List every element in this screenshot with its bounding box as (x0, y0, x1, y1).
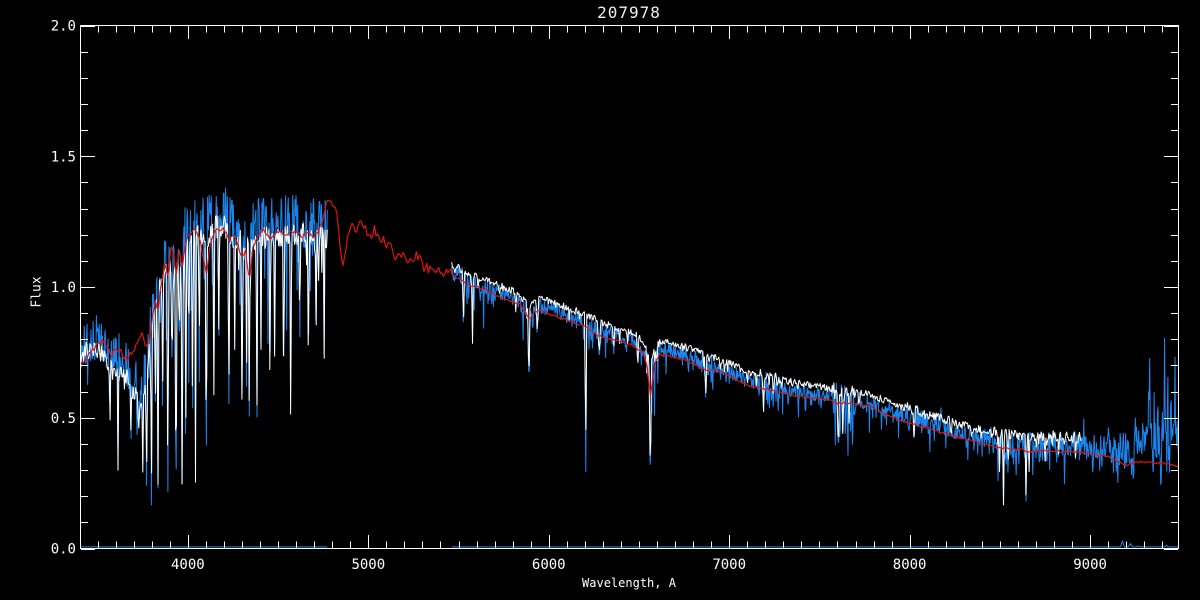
x-tick-label: 8000 (893, 557, 927, 573)
series-smoothed-spectrum (81, 215, 1082, 506)
y-tick-label: 1.5 (51, 149, 76, 165)
series-observed-spectrum (81, 187, 1178, 506)
x-tick-label: 7000 (712, 557, 746, 573)
spectrum-plot: 4000 5000 6000 7000 8000 9000 0.0 0.5 1.0 1.5 2.0 … (0, 0, 1200, 600)
chart-canvas: 4000 5000 6000 7000 8000 9000 0.0 0.5 1.0 1.5 2.0 (51, 19, 1179, 573)
x-axis-label: Wavelength, A (582, 576, 676, 590)
x-tick-label: 6000 (532, 557, 566, 573)
x-tick-label: 9000 (1073, 557, 1107, 573)
y-tick-label: 0.5 (51, 411, 76, 427)
x-tick-label: 4000 (171, 557, 205, 573)
x-tick-label: 5000 (351, 557, 385, 573)
zero-baseline (81, 539, 1178, 548)
series-group (81, 187, 1178, 548)
y-tick-label: 2.0 (51, 19, 76, 35)
y-tick-label: 0.0 (51, 542, 76, 558)
y-axis-label: Flux (29, 276, 45, 308)
y-tick-label: 1.0 (51, 280, 76, 296)
plot-title: 207978 (597, 3, 661, 22)
